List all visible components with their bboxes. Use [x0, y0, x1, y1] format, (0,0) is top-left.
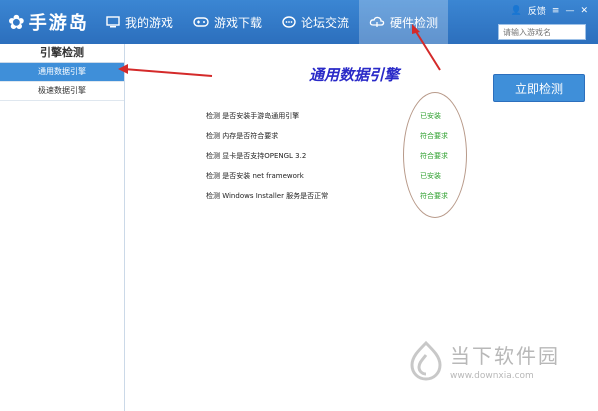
watermark-logo-icon — [410, 340, 442, 381]
arrow-to-hardware-tab — [412, 24, 441, 71]
app-window: ✿ 手游岛 我的游戏 游戏下载 论坛交流 硬件检测 👤 反馈 ≡ — ✕ 请输入… — [0, 0, 598, 411]
watermark-name: 当下软件园 — [450, 344, 560, 368]
watermark-url: www.downxia.com — [450, 371, 534, 381]
arrow-to-general-engine — [118, 64, 213, 77]
watermark: 当下软件园 www.downxia.com — [408, 340, 560, 381]
